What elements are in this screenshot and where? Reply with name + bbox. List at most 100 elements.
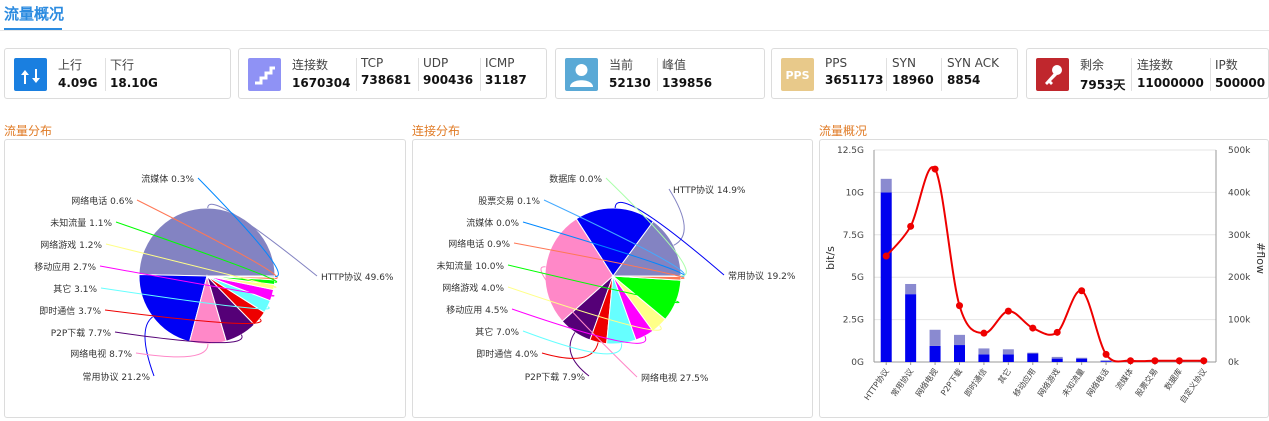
bar[interactable] (930, 346, 941, 362)
divider (941, 58, 942, 91)
bar[interactable] (1101, 361, 1112, 362)
x-tick-label: 网络游戏 (1035, 366, 1062, 398)
bar-stack[interactable] (905, 284, 916, 294)
bar-stack[interactable] (1027, 353, 1038, 354)
x-tick-label: 网络电话 (1084, 366, 1111, 398)
stat-current: 当前 52130 (609, 56, 651, 90)
line-point[interactable] (1005, 308, 1012, 315)
stat-label: SYN (892, 56, 934, 70)
pie-label: 网络电话 0.9% (448, 238, 510, 250)
pie-label: 即时通信 3.7% (39, 305, 101, 317)
divider (1131, 58, 1132, 91)
stairs-icon (248, 58, 281, 91)
line-point[interactable] (1054, 329, 1061, 336)
users-card: 当前52130 峰值139856 (555, 48, 765, 99)
flow-dist-panel: HTTP协议 49.6%常用协议 21.2%网络电视 8.7%P2P下载 7.7… (4, 139, 406, 418)
bandwidth-card: 上行4.09G 下行18.10G (4, 48, 231, 99)
pie-label: 流媒体 0.0% (466, 217, 519, 229)
stat-label: ICMP (485, 56, 527, 70)
bar-stack[interactable] (1052, 357, 1063, 359)
x-tick-label: 数据库 (1162, 366, 1184, 391)
line-point[interactable] (1176, 357, 1183, 364)
line-point[interactable] (1029, 325, 1036, 332)
stat-syn-ack: SYN ACK8854 (947, 56, 999, 87)
stat-value: 52130 (609, 76, 651, 90)
stat-value: 18960 (892, 73, 934, 87)
stat-value: 7953天 (1080, 76, 1125, 93)
pie-label: 未知流量 10.0% (437, 260, 505, 272)
divider (480, 58, 481, 91)
stat-download: 下行18.10G (110, 56, 158, 90)
conn-dist-pie-chart: HTTP协议 14.9%常用协议 19.2%网络电视 27.5%P2P下载 7.… (413, 140, 812, 417)
y2-tick-label: 400k (1228, 188, 1251, 198)
pie-label: 未知流量 1.1% (50, 217, 112, 229)
x-tick-label: 移动应用 (1011, 366, 1038, 398)
line-point[interactable] (1103, 351, 1110, 358)
flow-overview-bar-chart: 0G2.5G5G7.5G10G12.5G0k100k200k300k400k50… (820, 140, 1268, 417)
y2-tick-label: 300k (1228, 231, 1251, 241)
pie-leader-line (669, 189, 684, 245)
pie-slice[interactable] (139, 208, 275, 276)
bar[interactable] (881, 192, 892, 362)
divider (1210, 58, 1211, 91)
stat-label: 当前 (609, 56, 651, 73)
x-tick-label: 未知流量 (1060, 366, 1087, 398)
x-tick-label: 股票交易 (1133, 366, 1160, 398)
stat-label: SYN ACK (947, 56, 999, 70)
y2-tick-label: 200k (1228, 273, 1251, 283)
connections-card: 连接数1670304 TCP738681 UDP900436 ICMP31187 (238, 48, 547, 99)
x-tick-label: 其它 (996, 366, 1013, 385)
stat-remaining: 剩余7953天 (1080, 56, 1125, 93)
pie-label: 网络电视 27.5% (641, 372, 709, 384)
stat-label: UDP (423, 56, 473, 70)
pps-card: PPS PPS3651173 SYN18960 SYN ACK8854 (771, 48, 1018, 99)
bar-stack[interactable] (1101, 360, 1112, 361)
bar[interactable] (1076, 359, 1087, 362)
stat-connections: 连接数1670304 (292, 56, 350, 90)
bar[interactable] (1052, 359, 1063, 362)
pie-label: HTTP协议 49.6% (321, 271, 394, 283)
stat-value: 900436 (423, 73, 473, 87)
stat-tcp: TCP738681 (361, 56, 411, 87)
pie-label: HTTP协议 14.9% (673, 184, 746, 196)
line-point[interactable] (883, 253, 890, 260)
stat-value: 11000000 (1137, 76, 1204, 90)
line-point[interactable] (956, 302, 963, 309)
x-tick-label: 流媒体 (1113, 366, 1135, 391)
line-point[interactable] (1078, 287, 1085, 294)
flow-overview-title: 流量概况 (819, 122, 867, 139)
bar[interactable] (978, 354, 989, 362)
line-point[interactable] (907, 223, 914, 230)
stat-label: 下行 (110, 56, 158, 73)
bar[interactable] (1003, 354, 1014, 362)
conn-dist-title: 连接分布 (412, 122, 460, 139)
line-point[interactable] (1200, 357, 1207, 364)
pie-label: 移动应用 4.5% (446, 304, 508, 316)
stat-value: 139856 (662, 76, 712, 90)
bar-stack[interactable] (954, 335, 965, 345)
line-point[interactable] (932, 166, 939, 173)
bar[interactable] (1027, 354, 1038, 362)
bar-stack[interactable] (1003, 349, 1014, 354)
line-point[interactable] (1151, 357, 1158, 364)
bar-stack[interactable] (1076, 358, 1087, 359)
conn-dist-panel: HTTP协议 14.9%常用协议 19.2%网络电视 27.5%P2P下载 7.… (412, 139, 813, 418)
pie-label: 流媒体 0.3% (141, 173, 194, 185)
y2-tick-label: 100k (1228, 316, 1251, 326)
bar-stack[interactable] (978, 348, 989, 354)
pie-label: 股票交易 0.1% (478, 195, 540, 207)
divider (418, 58, 419, 91)
line-point[interactable] (980, 330, 987, 337)
y-tick-label: 0G (851, 358, 864, 368)
flow-dist-title: 流量分布 (4, 122, 52, 139)
line-point[interactable] (1127, 357, 1134, 364)
y-tick-label: 7.5G (843, 231, 864, 241)
pie-label: 常用协议 21.2% (83, 371, 151, 383)
bar[interactable] (905, 294, 916, 362)
bar-stack[interactable] (881, 179, 892, 193)
stat-label: 上行 (58, 56, 97, 73)
x-tick-label: 网络电视 (913, 366, 940, 398)
stat-ip-count: IP数500000 (1215, 56, 1265, 90)
bar-stack[interactable] (930, 330, 941, 346)
bar[interactable] (954, 345, 965, 362)
